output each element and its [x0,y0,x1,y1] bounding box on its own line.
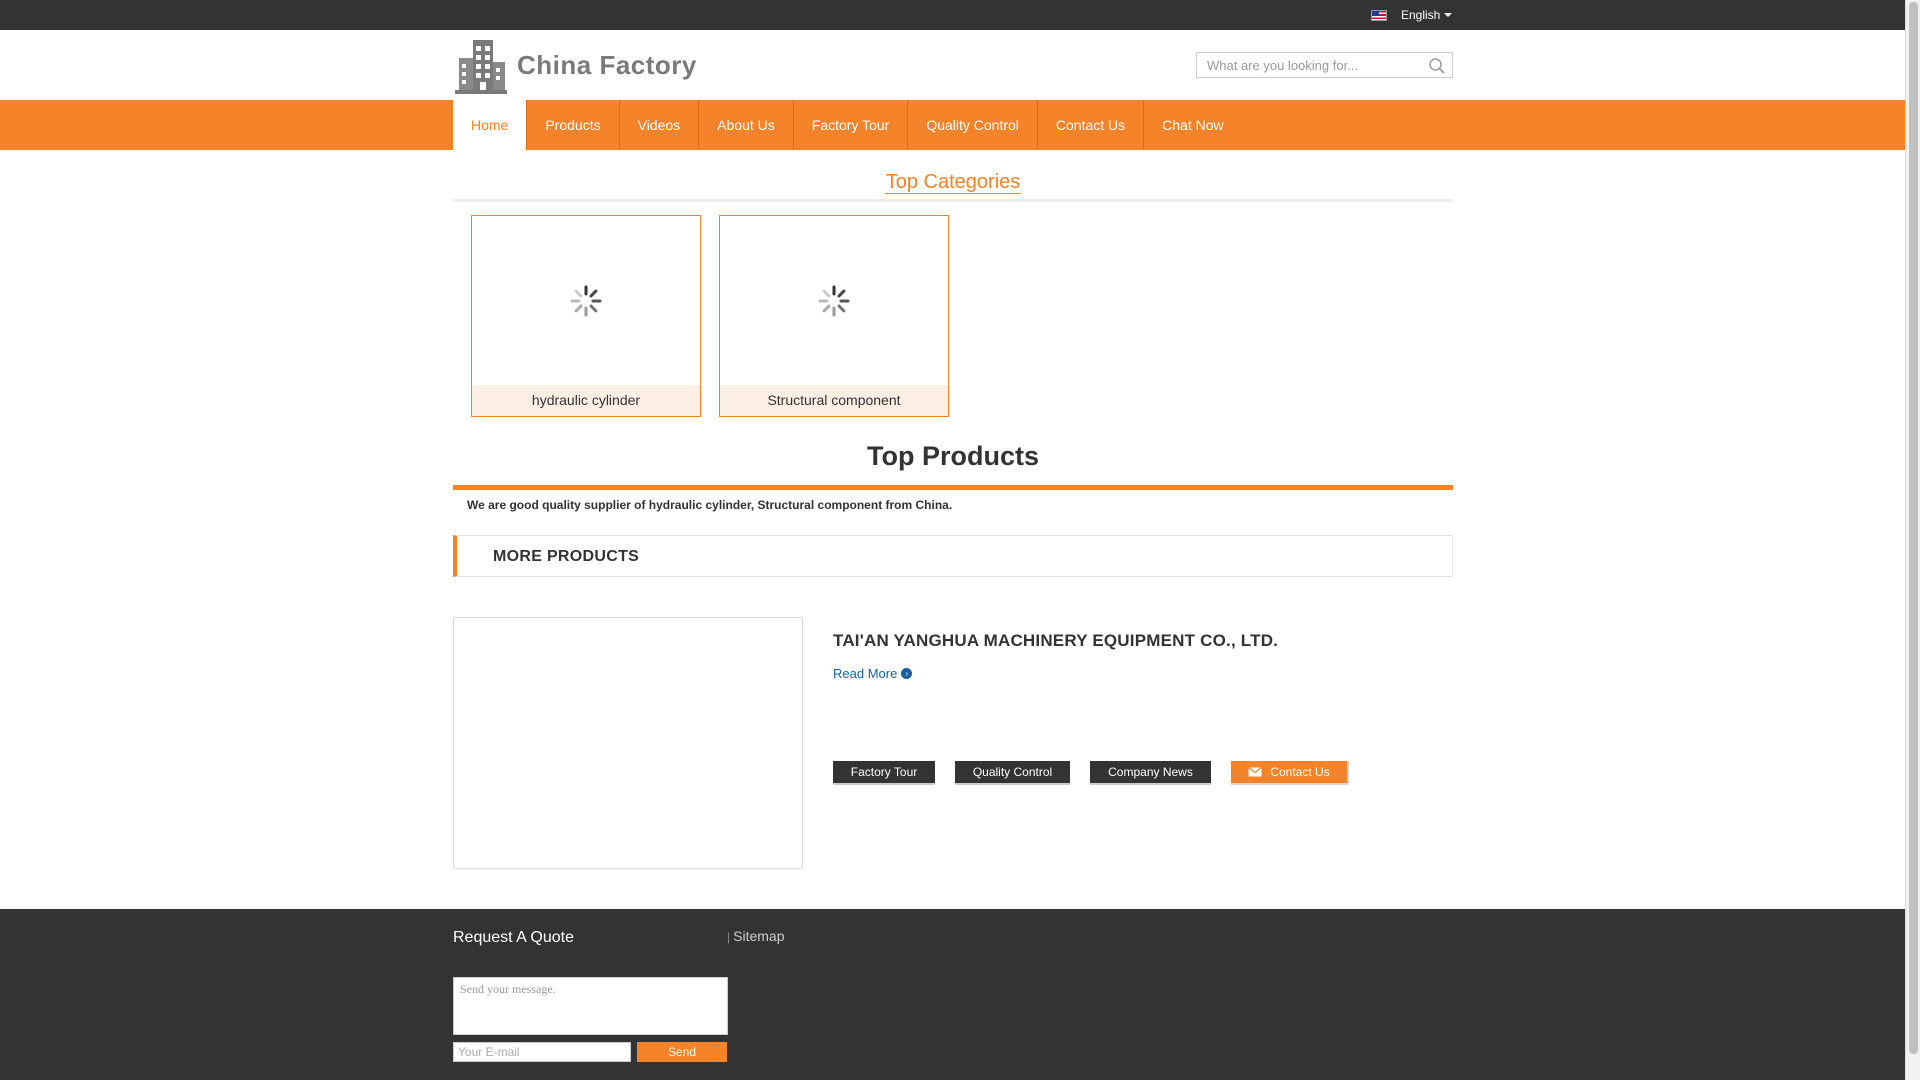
top-categories-title[interactable]: Top Categories [884,171,1022,194]
category-label[interactable]: Structural component [720,385,948,416]
nav-about-us[interactable]: About Us [699,100,794,150]
read-more-link[interactable]: Read More › [833,666,913,681]
logo-text: China Factory [517,49,697,80]
loading-spinner-icon [818,285,850,317]
search-box [1196,52,1453,78]
main-navbar: Home Products Videos About Us Factory To… [0,100,1905,150]
nav-contact-us[interactable]: Contact Us [1038,100,1145,150]
supplier-tagline: We are good quality supplier of hydrauli… [467,498,953,512]
send-button[interactable]: Send [637,1042,727,1062]
sitemap-area: | Sitemap [727,928,784,944]
nav-products[interactable]: Products [527,100,620,150]
sitemap-separator: | [727,930,731,944]
request-quote-title: Request A Quote [453,929,574,946]
caret-down-icon [1444,13,1453,17]
contact-us-button[interactable]: Contact Us [1231,761,1349,785]
nav-chat-now[interactable]: Chat Now [1144,100,1241,150]
mail-icon [1248,767,1263,777]
sitemap-link[interactable]: Sitemap [733,928,784,944]
search-input[interactable] [1197,54,1417,76]
quality-control-button[interactable]: Quality Control [955,761,1070,785]
quote-email-field[interactable] [453,1042,631,1062]
building-icon [455,40,507,94]
read-more-label: Read More [833,666,898,681]
company-name: TAI'AN YANGHUA MACHINERY EQUIPMENT CO., … [833,631,1279,650]
nav-videos[interactable]: Videos [620,100,700,150]
us-flag-icon [1371,9,1387,21]
footer [0,909,1905,1080]
page-scrollbar[interactable] [1905,0,1920,1080]
loading-spinner-icon [570,285,602,317]
category-image[interactable] [472,216,700,386]
language-label: English [1401,8,1441,22]
language-selector[interactable]: English [1371,8,1453,22]
nav-quality-control[interactable]: Quality Control [908,100,1038,150]
search-icon[interactable] [1428,57,1446,75]
category-card-structural-component[interactable]: Structural component [719,215,949,417]
site-logo[interactable]: China Factory [453,36,697,94]
company-news-button[interactable]: Company News [1090,761,1211,785]
top-bar: English [0,0,1905,30]
contact-us-label: Contact Us [1270,765,1330,779]
more-products-bar[interactable]: MORE PRODUCTS [453,535,1453,577]
quote-message-field[interactable] [453,977,728,1035]
top-categories-heading: Top Categories [453,168,1453,202]
nav-factory-tour[interactable]: Factory Tour [794,100,909,150]
top-products-title: Top Products [453,440,1453,490]
company-image [453,617,803,869]
category-label[interactable]: hydraulic cylinder [472,385,700,416]
category-card-hydraulic-cylinder[interactable]: hydraulic cylinder [471,215,701,417]
factory-tour-button[interactable]: Factory Tour [833,761,935,785]
more-products-label[interactable]: MORE PRODUCTS [493,548,639,566]
nav-home[interactable]: Home [453,100,528,150]
scrollbar-thumb[interactable] [1909,2,1918,1054]
chevron-right-circle-icon: › [901,668,913,679]
category-image[interactable] [720,216,948,386]
